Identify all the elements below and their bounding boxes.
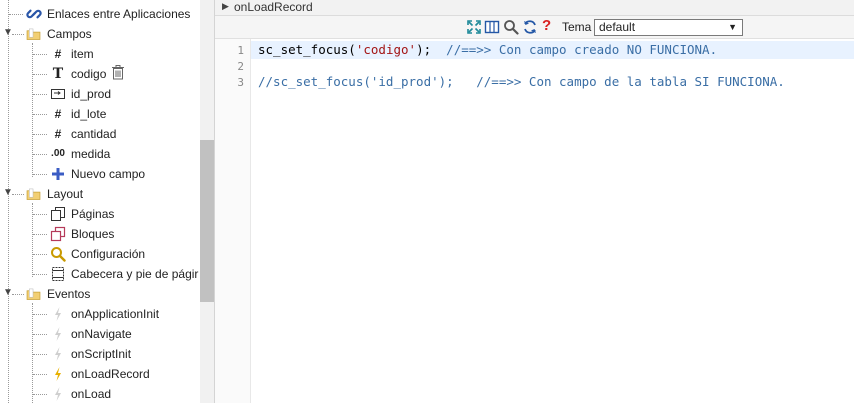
tree-item-paginas[interactable]: Páginas [0,204,200,224]
code-line-3[interactable]: //sc_set_focus('id_prod'); //==>> Con ca… [258,74,785,89]
tree-item-label: codigo [71,67,107,81]
tree-item-item[interactable]: # item [0,44,200,64]
tree-item-label: onLoadRecord [71,367,150,381]
refresh-icon[interactable] [522,19,538,35]
pages-icon [51,207,65,221]
tree-item-label: onNavigate [71,327,132,341]
blocks-icon [50,226,66,242]
tree-item-label: Eventos [47,287,91,301]
chevron-down-icon: ▼ [728,22,737,32]
plus-icon [52,168,64,180]
tree-item-label: Páginas [71,207,115,221]
line-number-gutter: 1 2 3 [215,39,251,403]
collapse-icon[interactable]: ▼ [3,283,13,303]
tree-item-onloadrecord[interactable]: onLoadRecord [0,364,200,384]
line-number: 2 [237,60,244,73]
tree-item-onscriptinit[interactable]: onScriptInit [0,344,200,364]
folder-icon [26,28,41,40]
search-icon[interactable] [503,19,519,35]
code-line-1[interactable]: sc_set_focus('codigo'); //==>> Con campo… [258,42,717,57]
tree-item-label: onApplicationInit [71,307,160,321]
tree-item-configuracion[interactable]: Configuración [0,244,200,264]
theme-select-value: default [599,20,636,34]
tree-item-id-lote[interactable]: # id_lote [0,104,200,124]
line-number: 1 [237,44,244,57]
tree-item-medida[interactable]: .00 medida [0,144,200,164]
editor-toolbar: ? Tema default ▼ [215,16,854,39]
tree-item-label: id_lote [71,107,107,121]
hash-icon: # [54,107,62,121]
tree-scrollbar-thumb[interactable] [200,140,214,302]
tree-item-label: Enlaces entre Aplicaciones [47,7,191,21]
tree-item-label: Nuevo campo [71,167,146,181]
tree-item-label: Layout [47,187,84,201]
trash-icon[interactable] [110,64,126,80]
columns-icon[interactable] [484,19,500,35]
magnifier-icon [51,247,66,262]
lightning-icon [55,347,61,361]
tree-item-onload[interactable]: onLoad [0,384,200,403]
tree-item-label: medida [71,147,111,161]
tree-item-onnavigate[interactable]: onNavigate [0,324,200,344]
theme-label: Tema [562,20,592,34]
panel-titlebar: ▶ onLoadRecord [215,0,854,16]
tree-item-cantidad[interactable]: # cantidad [0,124,200,144]
line-number: 3 [237,76,244,89]
project-tree: Enlaces entre Aplicaciones ▼ Campos # it… [0,0,215,403]
tree-item-bloques[interactable]: Bloques [0,224,200,244]
hash-icon: # [54,127,62,141]
panel-expand-icon[interactable]: ▶ [222,1,229,12]
tree-item-onapplicationinit[interactable]: onApplicationInit [0,304,200,324]
tree-item-label: id_prod [71,87,112,101]
tree-folder-campos[interactable]: ▼ Campos [0,24,200,44]
code-editor[interactable]: 1 2 3 sc_set_focus('codigo'); //==>> Con… [215,39,854,403]
tree-item-enlaces[interactable]: Enlaces entre Aplicaciones [0,4,200,24]
tree-item-codigo[interactable]: T codigo [0,64,200,84]
tree-folder-eventos[interactable]: ▼ Eventos [0,284,200,304]
text-type-icon: T [52,66,64,82]
tree-item-label: onScriptInit [71,347,132,361]
tree-item-id-prod[interactable]: id_prod [0,84,200,104]
tree-item-label: Configuración [71,247,146,261]
folder-icon [26,188,41,200]
fullscreen-icon[interactable] [466,19,482,35]
lightning-icon [55,327,61,341]
tree-folder-layout[interactable]: ▼ Layout [0,184,200,204]
lightning-icon [55,367,61,381]
tree-item-label: Cabecera y pie de págir [71,267,199,281]
lightning-icon [55,387,61,401]
select-field-icon [51,89,65,99]
link-icon [26,9,42,19]
help-icon[interactable]: ? [542,18,558,34]
tree-item-label: item [71,47,94,61]
lightning-icon [55,307,61,321]
header-footer-icon [52,267,64,281]
folder-icon [26,288,41,300]
tree-item-label: Campos [47,27,92,41]
collapse-icon[interactable]: ▼ [3,183,13,203]
tree-item-label: Bloques [71,227,115,241]
tree-item-cabecera-pie[interactable]: Cabecera y pie de págir [0,264,200,284]
tree-item-nuevo-campo[interactable]: Nuevo campo [0,164,200,184]
tree-item-label: cantidad [71,127,117,141]
theme-select[interactable]: default ▼ [594,19,743,36]
hash-icon: # [54,47,62,61]
collapse-icon[interactable]: ▼ [3,23,13,43]
tree-item-label: onLoad [71,387,112,401]
panel-title: onLoadRecord [234,0,313,14]
decimal-icon: .00 [51,148,65,159]
